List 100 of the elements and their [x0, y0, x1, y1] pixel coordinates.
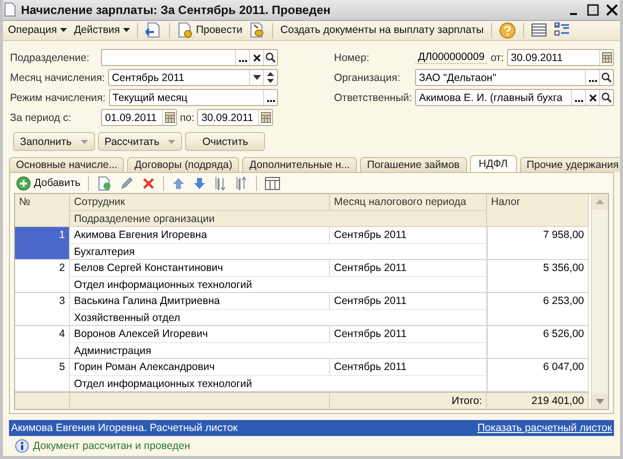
toolbar-button[interactable] — [263, 176, 282, 191]
status-message: Документ рассчитан и проведен — [33, 440, 190, 452]
calendar-icon[interactable] — [260, 112, 271, 124]
tab[interactable]: НДФЛ — [470, 155, 517, 172]
toolbar-button[interactable]: Создать документы на выплату зарплаты — [278, 23, 486, 38]
table-cell: Сентябрь 2011 — [330, 293, 487, 310]
info-icon — [15, 438, 29, 453]
help-icon — [498, 22, 516, 39]
table-cell: 6 526,00 — [487, 326, 589, 360]
close-icon[interactable] — [605, 2, 619, 17]
field-label: по: — [180, 112, 194, 124]
document-number: ДЛ000000009 — [415, 51, 488, 64]
column-header[interactable]: Месяц налогового периода — [330, 194, 487, 211]
footer-cell — [15, 392, 70, 409]
search-icon[interactable] — [265, 52, 276, 64]
table-cell: 7 958,00 — [487, 227, 589, 260]
payslip-link[interactable]: Показать расчетный листок — [477, 422, 612, 434]
tab[interactable]: Договоры (подряда) — [127, 157, 240, 172]
column-header[interactable]: Подразделение организации — [70, 210, 487, 228]
input-field[interactable]: Акимова Е. И. (главный бухга — [415, 89, 614, 106]
field-label: Подразделение: — [10, 52, 90, 64]
search-icon[interactable] — [601, 72, 612, 84]
down-arrow-icon — [193, 176, 206, 190]
caret-icon — [60, 28, 67, 32]
month-dropdown[interactable]: Сентябрь 2011 — [108, 69, 278, 86]
scroll-down-icon[interactable] — [592, 392, 608, 409]
table-cell: Акимова Евгения Игоревна — [70, 227, 330, 244]
field-label: Номер: — [334, 52, 370, 64]
toolbar-button[interactable]: Провести — [174, 21, 244, 40]
checklist-icon — [554, 22, 570, 38]
clear-icon[interactable] — [252, 52, 262, 63]
date-field[interactable]: 30.09.2011 — [197, 109, 274, 126]
field-label: За период с: — [10, 112, 72, 124]
table-cell: Хозяйственный отдел — [70, 310, 487, 326]
tab[interactable]: Основные начисле... — [9, 157, 124, 172]
table-cell: Бухгалтерия — [70, 244, 487, 260]
input-field[interactable]: Текущий месяц — [108, 89, 278, 106]
spinner-icon[interactable] — [267, 71, 274, 84]
document-coins-icon — [249, 22, 266, 38]
row-number: 3 — [15, 293, 70, 326]
field-label: Организация: — [334, 72, 402, 84]
document-arrow-icon — [144, 22, 162, 38]
table-cell: Сентябрь 2011 — [330, 359, 487, 376]
action-button[interactable]: Рассчитать — [98, 132, 182, 152]
field-label: Ответственный: — [334, 92, 412, 104]
input-field[interactable] — [101, 49, 278, 66]
add-icon — [16, 176, 31, 191]
sort-ascending-icon — [214, 176, 228, 191]
total-value: 219 401,00 — [487, 392, 589, 409]
table-cell: Сентябрь 2011 — [330, 260, 487, 277]
input-field[interactable]: ЗАО "Дельтаон" — [415, 69, 614, 86]
caret-icon — [122, 28, 130, 32]
list-icon — [530, 22, 547, 38]
table-cell: 6 253,00 — [487, 293, 589, 326]
row-number: 2 — [15, 260, 70, 294]
table-cell: Горин Роман Александрович — [70, 359, 330, 376]
toolbar-button[interactable] — [528, 21, 549, 40]
column-header[interactable]: № — [15, 194, 70, 228]
search-icon[interactable] — [601, 92, 612, 104]
column-header[interactable]: Сотрудник — [70, 194, 330, 211]
action-button[interactable]: Заполнить — [13, 132, 95, 152]
table-cell: Отдел информационных технологий — [70, 276, 487, 294]
table-cell: Воронов Алексей Игоревич — [70, 326, 330, 343]
table-cell: Сентябрь 2011 — [330, 227, 487, 244]
maximize-icon[interactable] — [586, 2, 600, 17]
up-arrow-icon — [172, 176, 186, 190]
menu-button[interactable]: Действия — [72, 23, 132, 38]
sort-descending-icon — [235, 176, 248, 191]
field-label: Месяц начисления: — [10, 72, 105, 84]
document-icon — [4, 2, 16, 18]
total-label: Итого: — [330, 392, 487, 409]
column-header[interactable]: Налог — [487, 194, 589, 228]
copy-icon — [97, 176, 112, 191]
clear-icon[interactable] — [588, 92, 598, 103]
table-cell: Белов Сергей Константинович — [70, 260, 330, 277]
action-button[interactable]: Очистить — [185, 132, 266, 152]
row-number: 1 — [15, 227, 70, 260]
table-cell: Сентябрь 2011 — [330, 326, 487, 343]
table-cell: Васькина Галина Дмитриевна — [70, 293, 330, 310]
date-field[interactable]: 30.09.2011 — [506, 49, 614, 66]
add-button[interactable]: Добавить — [14, 174, 82, 192]
tab[interactable]: Дополнительные н... — [242, 157, 357, 172]
info-text: Акимова Евгения Игоревна. Расчетный листок — [11, 422, 238, 434]
menu-button[interactable]: Операция — [6, 23, 69, 38]
columns-icon — [265, 176, 280, 190]
dropdown-arrow-icon[interactable] — [252, 75, 260, 80]
row-number: 4 — [15, 326, 70, 360]
field-label: от: — [490, 52, 504, 64]
table-cell: Администрация — [70, 342, 487, 360]
tab[interactable]: Прочие удержания — [520, 157, 620, 172]
tab[interactable]: Погашение займов — [360, 157, 467, 172]
date-field[interactable]: 01.09.2011 — [101, 109, 177, 126]
calendar-icon[interactable] — [602, 52, 612, 64]
calendar-icon[interactable] — [164, 112, 174, 124]
field-label: Режим начисления: — [10, 92, 106, 104]
window-title: Начисление зарплаты: За Сентябрь 2011. Проведен — [21, 2, 332, 17]
document-icon — [176, 22, 193, 38]
delete-icon — [142, 176, 156, 190]
pencil-icon — [120, 176, 134, 190]
table-cell: 5 356,00 — [487, 260, 589, 294]
